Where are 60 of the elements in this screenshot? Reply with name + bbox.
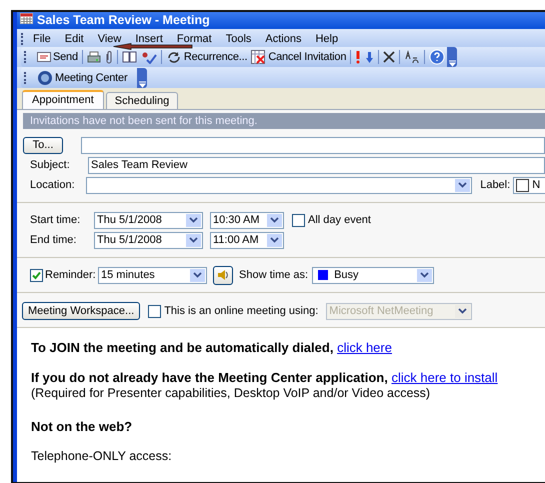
arrow-icon	[113, 43, 193, 50]
globe-icon	[37, 70, 53, 86]
checkbox-label: Reminder:	[45, 269, 97, 281]
label-field[interactable]: N	[513, 176, 545, 194]
reminder-dropdown[interactable]: 15 minutes	[98, 266, 207, 284]
circular-arrows-icon	[166, 50, 182, 64]
to-field[interactable]	[81, 136, 545, 154]
menu-item[interactable]: Format	[176, 32, 220, 45]
delete-icon[interactable]	[381, 51, 398, 63]
menu-item[interactable]: View	[98, 32, 130, 45]
window-title: Sales Team Review - Meeting	[37, 13, 210, 28]
tab[interactable]: Scheduling	[106, 92, 178, 109]
time-dropdown[interactable]: 11:00 AM	[210, 232, 284, 248]
checkbox[interactable]	[292, 214, 305, 226]
info-bar: Invitations have not been sent for this meeting.	[23, 113, 545, 129]
toolbar-options-icon[interactable]	[137, 68, 148, 88]
tab[interactable]: Appointment	[22, 90, 104, 109]
checkbox-label: All day event	[308, 214, 371, 226]
menu-item[interactable]: File	[33, 32, 59, 45]
send-button[interactable]: Send	[35, 48, 80, 66]
message-text: (Required for Presenter capabilities, Desktop VoIP and/or Video access)	[31, 386, 432, 400]
label-value: N	[532, 179, 540, 191]
meeting-center-button[interactable]: Meeting Center	[35, 68, 130, 86]
location-field[interactable]	[86, 176, 472, 194]
subject-field[interactable]: Sales Team Review	[88, 156, 545, 174]
menu-item[interactable]: Tools	[226, 32, 260, 45]
to-button[interactable]: To...	[23, 136, 63, 154]
field-label: Show time as:	[239, 269, 308, 281]
date-dropdown[interactable]: Thu 5/1/2008	[94, 212, 203, 228]
toolbar-options-icon[interactable]	[447, 47, 458, 67]
cancel-invitation-button[interactable]: Cancel Invitation	[249, 48, 348, 66]
envelope-icon	[37, 52, 51, 62]
status-dropdown[interactable]: Busy	[312, 266, 434, 284]
field-label: End time:	[29, 234, 78, 246]
date-dropdown[interactable]: Thu 5/1/2008	[94, 232, 203, 248]
address-book-icon[interactable]	[120, 51, 139, 63]
menu-item[interactable]: Insert	[135, 32, 171, 45]
field-label: Label:	[480, 179, 510, 191]
message-text: If you do not already have the Meeting Center application,	[31, 370, 388, 385]
message-text: To JOIN the meeting and be automatically dialed,	[31, 340, 334, 355]
message-text: Telephone-ONLY access:	[31, 449, 173, 463]
time-dropdown[interactable]: 10:30 AM	[210, 212, 284, 228]
menu-item[interactable]: Actions	[265, 32, 310, 45]
field-label: Start time:	[29, 214, 82, 226]
field-label: Subject:	[29, 159, 71, 171]
link[interactable]: click here	[337, 340, 392, 355]
menu-item[interactable]: Help	[315, 32, 346, 45]
checkbox-label: This is an online meeting using:	[164, 305, 318, 317]
menu-item[interactable]: Edit	[64, 32, 92, 45]
link[interactable]: click here to install	[391, 370, 498, 385]
speaker-icon	[217, 269, 229, 281]
field-label: Location:	[29, 179, 76, 191]
checkbox[interactable]	[30, 268, 43, 282]
speaker-button[interactable]	[213, 266, 233, 284]
message-heading: Not on the web?	[31, 419, 134, 434]
help-icon[interactable]	[427, 49, 448, 65]
calendar-x-icon	[251, 50, 266, 64]
recurrence-button[interactable]: Recurrence...	[164, 48, 250, 66]
printer-icon[interactable]	[84, 50, 103, 64]
meeting-workspace-button[interactable]: Meeting Workspace...	[22, 302, 140, 320]
